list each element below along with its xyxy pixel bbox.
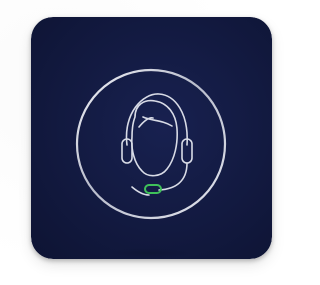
support-app-icon[interactable] — [31, 17, 272, 259]
tile-shadow — [105, 248, 193, 258]
icon-stage — [0, 0, 287, 285]
tile-background — [31, 17, 272, 259]
support-icon-graphic — [31, 17, 272, 259]
